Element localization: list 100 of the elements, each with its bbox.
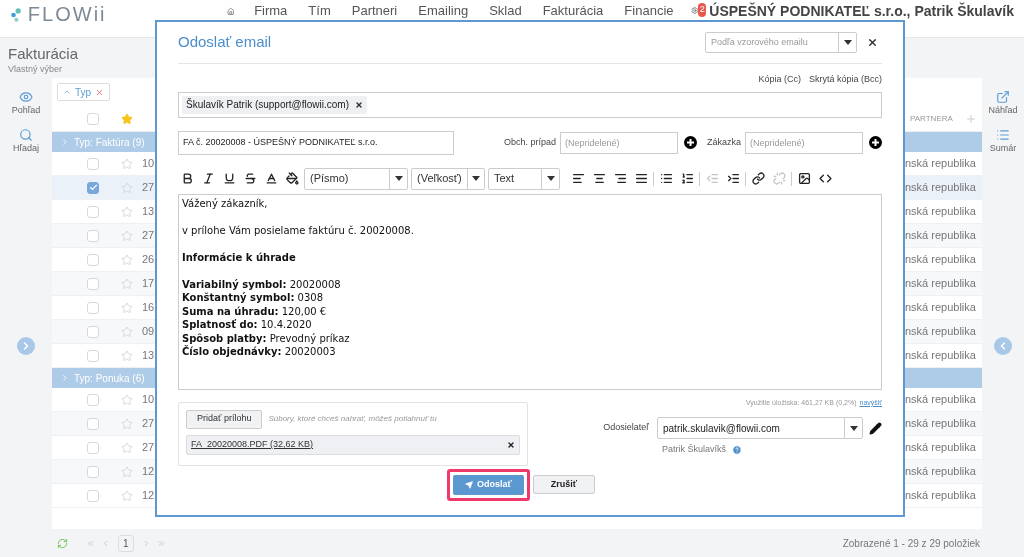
dialog-title: Odoslať email	[178, 32, 272, 53]
subject-field[interactable]: FA č. 20020008 - ÚSPEŠNÝ PODNIKATEĽ s.r.o.	[178, 130, 454, 155]
account-name[interactable]: ÚSPEŠNÝ PODNIKATEĽ s.r.o., Patrik Škulavík	[709, 4, 1014, 19]
nav-item[interactable]: Partneri	[351, 3, 398, 18]
remove-icon[interactable]	[355, 100, 363, 109]
chevron-right-icon	[60, 137, 70, 147]
code-icon	[818, 172, 832, 185]
star-icon[interactable]	[121, 417, 133, 430]
table-cell-text: 12	[142, 488, 155, 504]
row-checkbox[interactable]	[87, 301, 99, 314]
nav-item[interactable]: Emailing	[418, 3, 469, 18]
page-number[interactable]: 1	[118, 534, 134, 552]
star-icon[interactable]	[121, 181, 133, 194]
cc-link[interactable]: Kópia (Cc)	[758, 73, 801, 87]
row-checkbox[interactable]	[87, 489, 99, 502]
star-icon[interactable]	[121, 349, 133, 362]
table-cell-text: nská republika	[905, 488, 977, 504]
star-icon[interactable]	[121, 229, 133, 242]
caret-icon	[843, 40, 852, 45]
star-icon[interactable]	[121, 301, 133, 314]
star-icon[interactable]	[121, 253, 133, 266]
recipient-chip[interactable]: Škulavík Patrik (support@flowii.com)	[182, 95, 367, 114]
table-cell-text: 09	[142, 324, 155, 340]
image-icon	[797, 172, 811, 185]
nav-item[interactable]: Sklad	[489, 3, 522, 18]
star-icon[interactable]	[121, 112, 133, 125]
expand-button[interactable]	[17, 337, 35, 355]
help-icon[interactable]	[732, 444, 742, 455]
row-checkbox[interactable]	[87, 205, 99, 218]
table-cell-text: nská republika	[905, 416, 977, 432]
remove-icon[interactable]	[507, 440, 515, 449]
star-icon[interactable]	[121, 277, 133, 290]
sidebar-tool[interactable]: Pohľad	[11, 90, 41, 118]
recipients-field[interactable]: Škulavík Patrik (support@flowii.com)	[178, 91, 882, 118]
first-page-icon[interactable]	[86, 538, 95, 548]
external-link-icon	[996, 90, 1010, 104]
message-line: Suma na úhradu: 120,00 €	[182, 304, 328, 318]
toolbar-select[interactable]: (Veľkosť)	[411, 167, 485, 190]
cancel-button[interactable]: Zrušiť	[532, 475, 595, 494]
edit-icon[interactable]	[869, 421, 882, 435]
row-checkbox[interactable]	[87, 253, 99, 266]
nav-item[interactable]: Tím	[308, 3, 331, 18]
nav-item[interactable]: Fakturácia	[542, 3, 604, 18]
row-checkbox[interactable]	[87, 417, 99, 430]
settings-icon[interactable]	[690, 4, 699, 17]
row-checkbox[interactable]	[87, 349, 99, 362]
star-icon[interactable]	[121, 393, 133, 406]
table-cell-text: 10	[142, 156, 155, 172]
link-field[interactable]: (Nepridelené)	[560, 131, 678, 154]
add-column-icon[interactable]	[965, 112, 977, 125]
close-icon[interactable]	[867, 37, 878, 48]
link-field[interactable]: (Nepridelené)	[745, 131, 863, 154]
row-checkbox[interactable]	[87, 157, 99, 170]
toolbar-select[interactable]: Text	[488, 167, 560, 190]
previous-page-icon[interactable]	[101, 538, 110, 548]
italic-icon	[201, 172, 215, 185]
table-cell-text: 26	[142, 252, 155, 268]
add-icon[interactable]	[869, 136, 882, 149]
page-subtitle: Vlastný výber	[8, 63, 64, 76]
sender-label: Odosielateľ	[603, 421, 649, 435]
add-icon[interactable]	[684, 136, 697, 149]
caret-icon	[849, 425, 858, 431]
eye-icon	[19, 90, 33, 104]
home-icon[interactable]	[226, 5, 235, 18]
row-checkbox[interactable]	[87, 441, 99, 454]
table-cell-text: 10	[142, 392, 155, 408]
collapse-button[interactable]	[994, 337, 1012, 355]
sidebar-tool[interactable]: Náhľad	[988, 90, 1018, 118]
table-cell-text: nská republika	[905, 392, 977, 408]
row-checkbox[interactable]	[87, 277, 99, 290]
sidebar-tool[interactable]: Sumár	[989, 127, 1017, 155]
row-checkbox[interactable]	[87, 181, 99, 194]
star-icon[interactable]	[121, 325, 133, 338]
star-icon[interactable]	[121, 465, 133, 478]
row-checkbox[interactable]	[87, 229, 99, 242]
link-button[interactable]	[749, 169, 767, 188]
star-icon[interactable]	[121, 157, 133, 170]
outdent-icon	[705, 172, 719, 185]
table-cell-text: 17	[142, 276, 155, 292]
table-cell-text: 12	[142, 464, 155, 480]
toolbar-select[interactable]: (Písmo)	[304, 167, 408, 190]
table-cell-text: nská republika	[905, 180, 977, 196]
select-all-checkbox[interactable]	[87, 112, 99, 125]
attachment-item[interactable]: FA_20020008.PDF (32,62 KB)	[186, 434, 520, 455]
nav-item[interactable]: Financie	[624, 3, 674, 18]
sidebar-tool[interactable]: Hľadaj	[12, 127, 40, 155]
star-icon[interactable]	[121, 205, 133, 218]
message-editor[interactable]	[178, 193, 882, 390]
row-checkbox[interactable]	[87, 393, 99, 406]
refresh-icon[interactable]	[57, 537, 68, 549]
nav-item[interactable]: Firma	[254, 3, 288, 18]
bcc-link[interactable]: Skrytá kópia (Bcc)	[808, 73, 882, 87]
row-checkbox[interactable]	[87, 325, 99, 338]
add-attachment-button[interactable]: Pridať prílohu	[186, 409, 263, 429]
star-icon[interactable]	[121, 441, 133, 454]
star-icon[interactable]	[121, 489, 133, 502]
notification-badge[interactable]: 2	[698, 3, 707, 17]
row-checkbox[interactable]	[87, 465, 99, 478]
sender-select[interactable]: patrik.skulavik@flowii.com	[657, 417, 863, 439]
last-page-icon[interactable]	[156, 538, 166, 548]
